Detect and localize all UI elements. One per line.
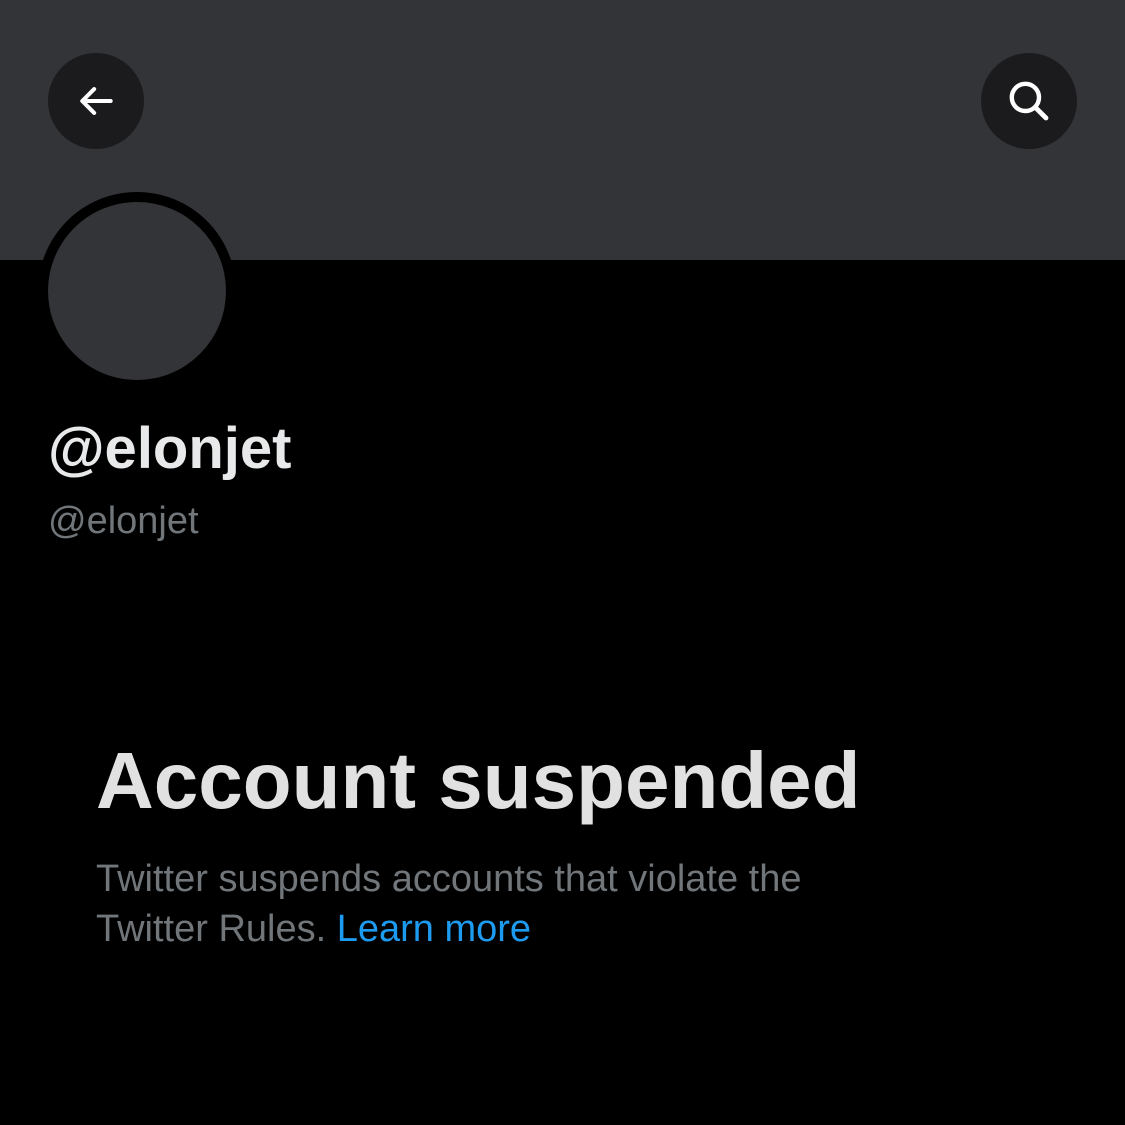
suspended-message-rules-text: Twitter Rules. xyxy=(96,908,327,950)
search-button[interactable] xyxy=(981,53,1077,149)
suspended-message-line-1: Twitter suspends accounts that violate t… xyxy=(96,858,802,900)
search-icon xyxy=(1005,77,1053,125)
arrow-left-icon xyxy=(74,79,118,123)
avatar[interactable] xyxy=(48,202,226,380)
suspended-message: Twitter suspends accounts that violate t… xyxy=(96,854,976,954)
suspended-message-line-2: Twitter Rules. Learn more xyxy=(96,904,976,954)
suspended-title: Account suspended xyxy=(96,736,861,825)
profile-display-name: @elonjet xyxy=(48,416,292,481)
profile-page: @elonjet @elonjet Account suspended Twit… xyxy=(0,0,1125,1125)
learn-more-link[interactable]: Learn more xyxy=(337,908,531,950)
profile-handle: @elonjet xyxy=(48,500,199,542)
back-button[interactable] xyxy=(48,53,144,149)
